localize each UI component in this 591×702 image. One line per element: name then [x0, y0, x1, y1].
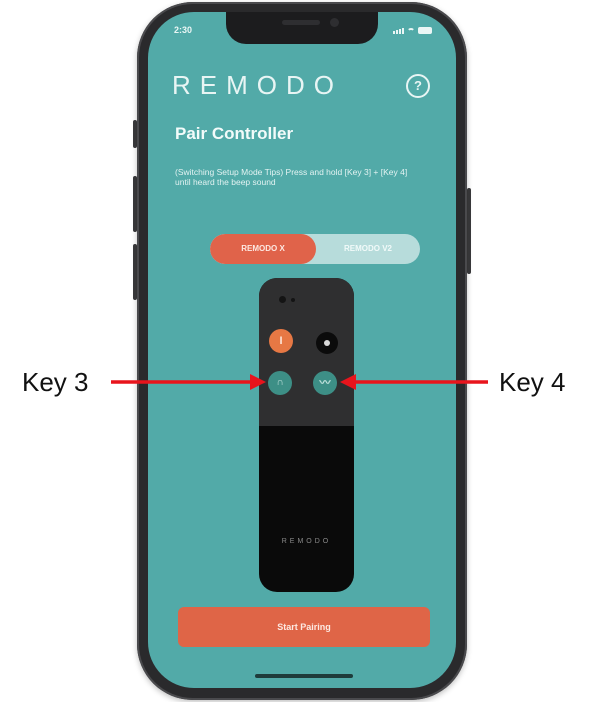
- segment-remodo-v2[interactable]: REMODO V2: [316, 234, 420, 264]
- setup-instructions: (Switching Setup Mode Tips) Press and ho…: [175, 167, 408, 187]
- remote-led-dot: [291, 298, 295, 302]
- front-camera: [330, 18, 339, 27]
- remote-key-1: I: [269, 329, 293, 353]
- remote-key-2: [316, 332, 338, 354]
- wifi-icon: [407, 28, 415, 34]
- key-3-callout-label: Key 3: [22, 367, 89, 397]
- signal-icon: [393, 28, 404, 34]
- remote-button-panel: [259, 278, 354, 426]
- remote-led: [279, 296, 286, 303]
- remote-key-4: 〰: [313, 371, 337, 395]
- page-title: Pair Controller: [175, 124, 294, 143]
- status-icons: [393, 27, 432, 34]
- remote-logo: REMODO: [281, 538, 332, 545]
- help-icon[interactable]: ?: [406, 74, 430, 98]
- home-indicator[interactable]: [255, 674, 353, 678]
- brand-logo: REMODO: [172, 70, 343, 100]
- start-pairing-button[interactable]: Start Pairing: [178, 607, 430, 647]
- stage: 2:30 REMODO ? Pair Controller (Switching…: [0, 0, 591, 702]
- segment-remodo-x[interactable]: REMODO X: [210, 234, 316, 264]
- key-4-callout-label: Key 4: [499, 367, 566, 397]
- power-button: [467, 188, 471, 274]
- remote-illustration: I ∩ 〰 REMODO: [259, 278, 354, 592]
- status-time: 2:30: [174, 25, 193, 35]
- speaker-grille: [282, 20, 320, 25]
- model-selector: REMODO X REMODO V2: [210, 234, 420, 264]
- app-screen: 2:30 REMODO ? Pair Controller (Switching…: [148, 12, 456, 688]
- notch: [226, 12, 378, 44]
- battery-icon: [418, 27, 432, 34]
- remote-key-3: ∩: [268, 371, 292, 395]
